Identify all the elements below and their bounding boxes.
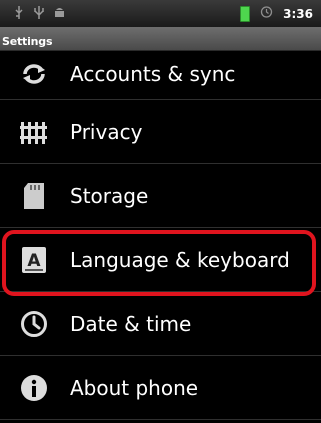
svg-text:A: A (27, 251, 41, 271)
settings-item-label: Privacy (70, 119, 143, 144)
settings-item-storage[interactable]: Storage (0, 164, 321, 228)
settings-item-accounts-sync[interactable]: Accounts & sync (0, 49, 321, 100)
info-icon (19, 373, 49, 403)
settings-item-date-time[interactable]: Date & time (0, 292, 321, 356)
status-clock: 3:36 (283, 6, 313, 21)
status-bar: 3:36 (0, 0, 321, 27)
battery-icon (240, 5, 251, 22)
settings-item-label: Accounts & sync (70, 62, 236, 86)
settings-item-about-phone[interactable]: About phone (0, 356, 321, 420)
settings-item-label: Date & time (70, 311, 192, 336)
settings-item-privacy[interactable]: Privacy (0, 100, 321, 164)
alarm-icon (260, 5, 273, 22)
language-icon: A (19, 245, 49, 275)
sd-card-icon (19, 181, 49, 211)
title-bar: Settings (0, 27, 321, 51)
settings-item-label: Storage (70, 183, 149, 208)
page-title: Settings (2, 35, 53, 48)
privacy-icon (19, 117, 49, 147)
settings-item-label: About phone (70, 375, 199, 400)
settings-item-language-keyboard[interactable]: A Language & keyboard (0, 228, 321, 292)
sync-icon (19, 59, 49, 89)
android-icon (54, 6, 65, 22)
settings-list: Accounts & sync Privacy Storage A Langua… (0, 49, 321, 420)
clock-icon (19, 309, 49, 339)
usb-icon (14, 5, 24, 22)
settings-item-label: Language & keyboard (70, 247, 290, 272)
usb-debug-icon (34, 5, 44, 22)
